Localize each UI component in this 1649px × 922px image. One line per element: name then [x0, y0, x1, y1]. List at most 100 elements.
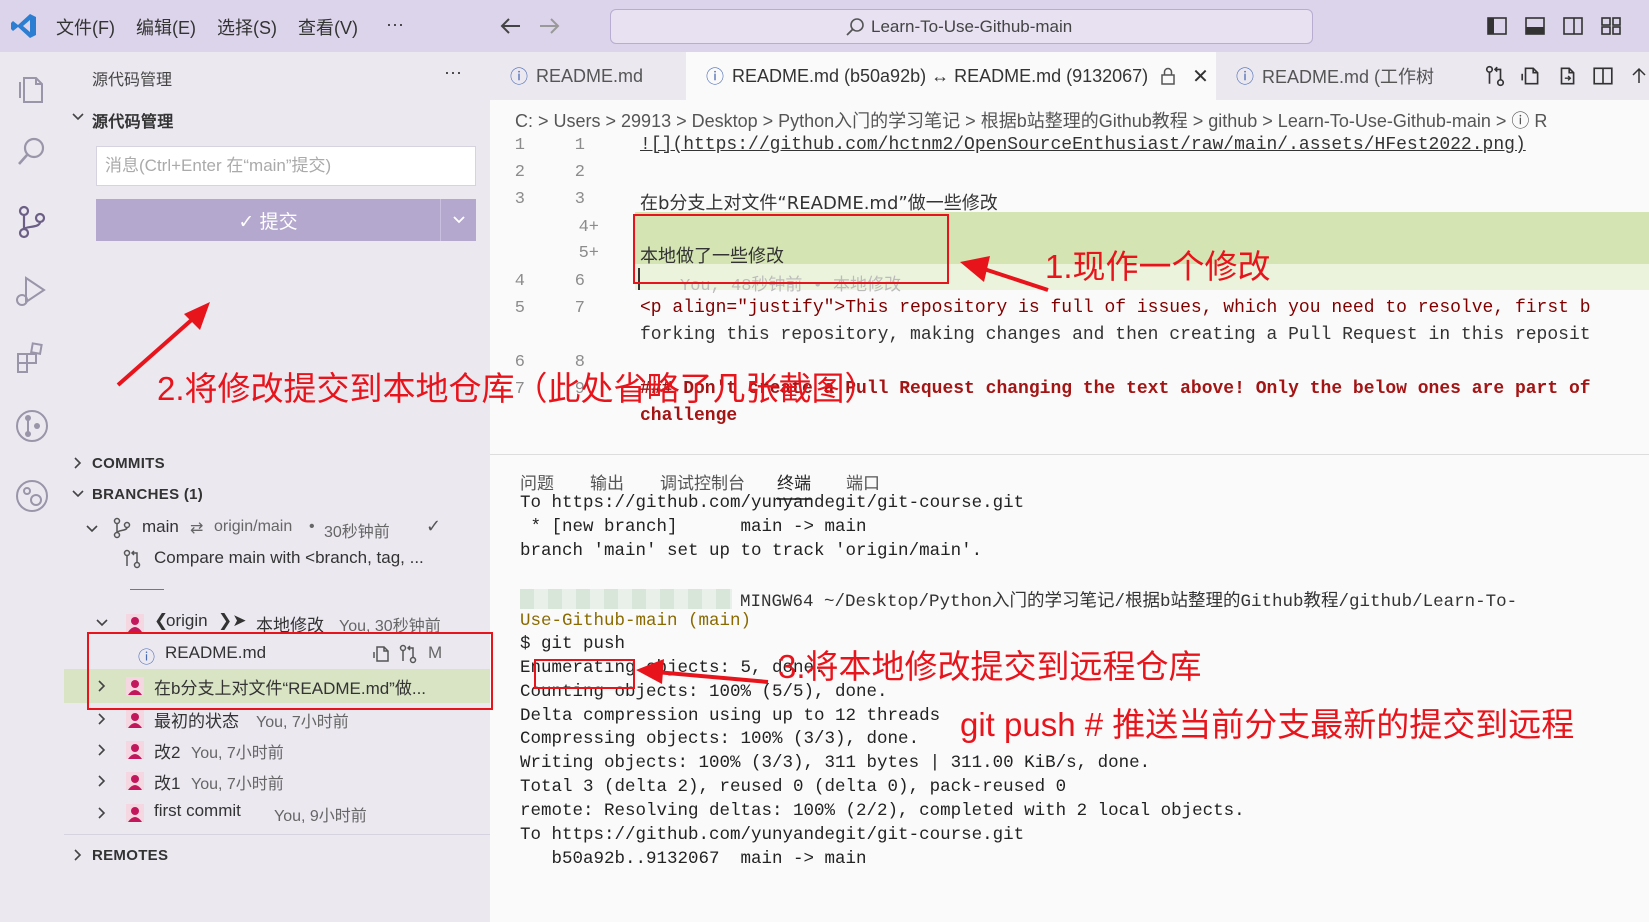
- tab-readme-diff[interactable]: ⓘ README.md (b50a92b) ↔ README.md (91320…: [686, 52, 1216, 100]
- commit-meta: You, 9小时前: [274, 808, 367, 825]
- commit-row[interactable]: 改2 You, 7小时前: [64, 733, 490, 765]
- code-line: 在b分支上对文件“README.md”做一些修改: [640, 193, 998, 214]
- forward-arrow-icon[interactable]: [536, 14, 562, 38]
- more-actions-icon[interactable]: [1630, 65, 1649, 87]
- terminal-line: Total 3 (delta 2), reused 0 (delta 0), p…: [520, 777, 1067, 797]
- chevron-down-icon: [452, 216, 465, 224]
- commit-message: 改2: [154, 743, 181, 762]
- split-editor-icon[interactable]: [1592, 65, 1614, 87]
- sidebar-title: 源代码管理: [92, 72, 173, 89]
- new-line-number: 2: [574, 163, 585, 182]
- toggle-sidebar-icon[interactable]: [1486, 15, 1508, 37]
- customize-layout-icon[interactable]: [1600, 15, 1622, 37]
- breadcrumb[interactable]: C: > Users > 29913 > Desktop > Python入门的…: [490, 100, 1649, 134]
- chevron-down-icon: [96, 619, 108, 627]
- terminal-line: remote: Resolving deltas: 100% (2/2), co…: [520, 801, 1245, 821]
- compare-label: Compare main with <branch, tag, ...: [154, 548, 424, 567]
- branch-upstream: origin/main: [214, 518, 293, 535]
- explorer-icon[interactable]: [12, 68, 52, 108]
- toggle-secondary-sidebar-icon[interactable]: [1562, 15, 1584, 37]
- terminal-prompt-path: Use-Github-main (main): [520, 611, 752, 631]
- tab-label: README.md (工作树: [1262, 67, 1435, 87]
- remotes-section-header[interactable]: REMOTES: [92, 847, 168, 864]
- old-line-number: 2: [514, 163, 525, 182]
- menu-more[interactable]: ···: [386, 14, 404, 35]
- blurred-username: [520, 589, 732, 609]
- commit-meta: You, 7小时前: [191, 776, 284, 793]
- commit-message-input[interactable]: [97, 147, 475, 185]
- new-line-number: 4+: [578, 218, 599, 237]
- chevron-right-icon[interactable]: [70, 455, 86, 471]
- terminal-line: b50a92b..9132067 main -> main: [520, 849, 867, 869]
- commit-meta: You, 7小时前: [191, 745, 284, 762]
- revert-file-icon[interactable]: [1556, 65, 1578, 87]
- info-icon: ⓘ: [510, 67, 528, 87]
- commit-meta: You, 7小时前: [256, 714, 349, 731]
- compare-changes-icon: [123, 549, 141, 569]
- new-line-number: 5+: [578, 244, 599, 263]
- info-icon: ⓘ: [1236, 67, 1254, 87]
- remote-explorer-icon[interactable]: [12, 476, 52, 516]
- extensions-icon[interactable]: [12, 338, 52, 378]
- sync-icon: ⇄: [190, 520, 204, 537]
- chevron-right-icon: [98, 744, 106, 756]
- menu-selection[interactable]: 选择(S): [217, 14, 277, 40]
- commit-button-label: ✓ 提交: [238, 211, 298, 233]
- new-line-number: 3: [574, 190, 585, 209]
- code-line: ![](https://github.com/hctnm2/OpenSource…: [640, 135, 1526, 155]
- branches-section-header[interactable]: BRANCHES (1): [92, 486, 203, 503]
- commit-message: 改1: [154, 774, 181, 793]
- annotation-step-3: 3.将本地修改提交到远程仓库: [778, 648, 1202, 685]
- old-line-number: 1: [514, 136, 525, 155]
- section-divider: [64, 834, 490, 835]
- commit-message: first commit: [154, 801, 241, 820]
- chevron-down-icon[interactable]: [70, 109, 86, 125]
- commit-dropdown-button[interactable]: [440, 199, 476, 241]
- command-center-search[interactable]: Learn-To-Use-Github-main: [610, 9, 1313, 44]
- branch-row[interactable]: main ⇄ origin/main • 30秒钟前 ✓: [64, 512, 490, 544]
- commit-message-field[interactable]: [96, 146, 476, 186]
- source-control-icon[interactable]: [12, 202, 52, 242]
- chevron-right-icon: [98, 775, 106, 787]
- tab-label: README.md (b50a92b) ↔ README.md (9132067…: [732, 65, 1149, 86]
- annotation-box-command: [534, 659, 635, 689]
- old-line-number: 3: [514, 190, 525, 209]
- commit-row[interactable]: 改1 You, 7小时前: [64, 764, 490, 796]
- user-avatar-icon: [126, 804, 144, 822]
- open-file-icon[interactable]: [1520, 65, 1542, 87]
- section-source-control[interactable]: 源代码管理: [92, 108, 174, 132]
- menu-view[interactable]: 查看(V): [298, 14, 358, 40]
- code-line-wrapped: forking this repository, making changes …: [640, 325, 1591, 345]
- annotation-box-commit: [87, 632, 493, 710]
- open-changes-icon[interactable]: [1484, 65, 1506, 87]
- commits-section-header[interactable]: COMMITS: [92, 455, 165, 472]
- menu-edit[interactable]: 编辑(E): [136, 14, 196, 40]
- close-tab-icon[interactable]: ✕: [1192, 64, 1209, 89]
- bottom-panel: 问题 输出 调试控制台 终端 端口 To https://github.com/…: [490, 454, 1649, 922]
- terminal-line: Compressing objects: 100% (3/3), done.: [520, 729, 920, 749]
- toggle-panel-icon[interactable]: [1524, 15, 1546, 37]
- git-graph-icon[interactable]: [12, 406, 52, 446]
- breadcrumb-path: C: > Users > 29913 > Desktop > Python入门的…: [515, 111, 1548, 131]
- commit-button[interactable]: ✓ 提交: [96, 199, 440, 241]
- menu-file[interactable]: 文件(F): [56, 14, 115, 40]
- source-control-sidebar: 源代码管理 ··· 源代码管理 ✓ 提交 COMMITS BRANCHES (1…: [64, 52, 490, 922]
- run-debug-icon[interactable]: [12, 270, 52, 310]
- chevron-down-icon[interactable]: [70, 486, 86, 502]
- remote-tag-origin: origin: [166, 611, 208, 630]
- new-line-number: 7: [574, 299, 585, 318]
- user-avatar-icon: [126, 772, 144, 790]
- git-branch-icon: [113, 517, 131, 539]
- sidebar-more-actions[interactable]: ···: [444, 62, 462, 83]
- tab-readme[interactable]: ⓘ README.md: [490, 52, 686, 100]
- branch-time: 30秒钟前: [324, 524, 390, 541]
- annotation-step-2: 2.将修改提交到本地仓库（此处省略了几张截图）: [157, 370, 878, 407]
- search-view-icon[interactable]: [12, 132, 52, 172]
- compare-row[interactable]: Compare main with <branch, tag, ...: [64, 543, 490, 575]
- title-bar: 文件(F) 编辑(E) 选择(S) 查看(V) ··· Learn-To-Use…: [0, 0, 1649, 52]
- chevron-right-icon[interactable]: [70, 847, 86, 863]
- separator-line: [130, 589, 164, 590]
- tab-readme-worktree[interactable]: ⓘ README.md (工作树: [1216, 52, 1466, 100]
- commit-row[interactable]: first commit You, 9小时前: [64, 796, 490, 828]
- back-arrow-icon[interactable]: [498, 14, 524, 38]
